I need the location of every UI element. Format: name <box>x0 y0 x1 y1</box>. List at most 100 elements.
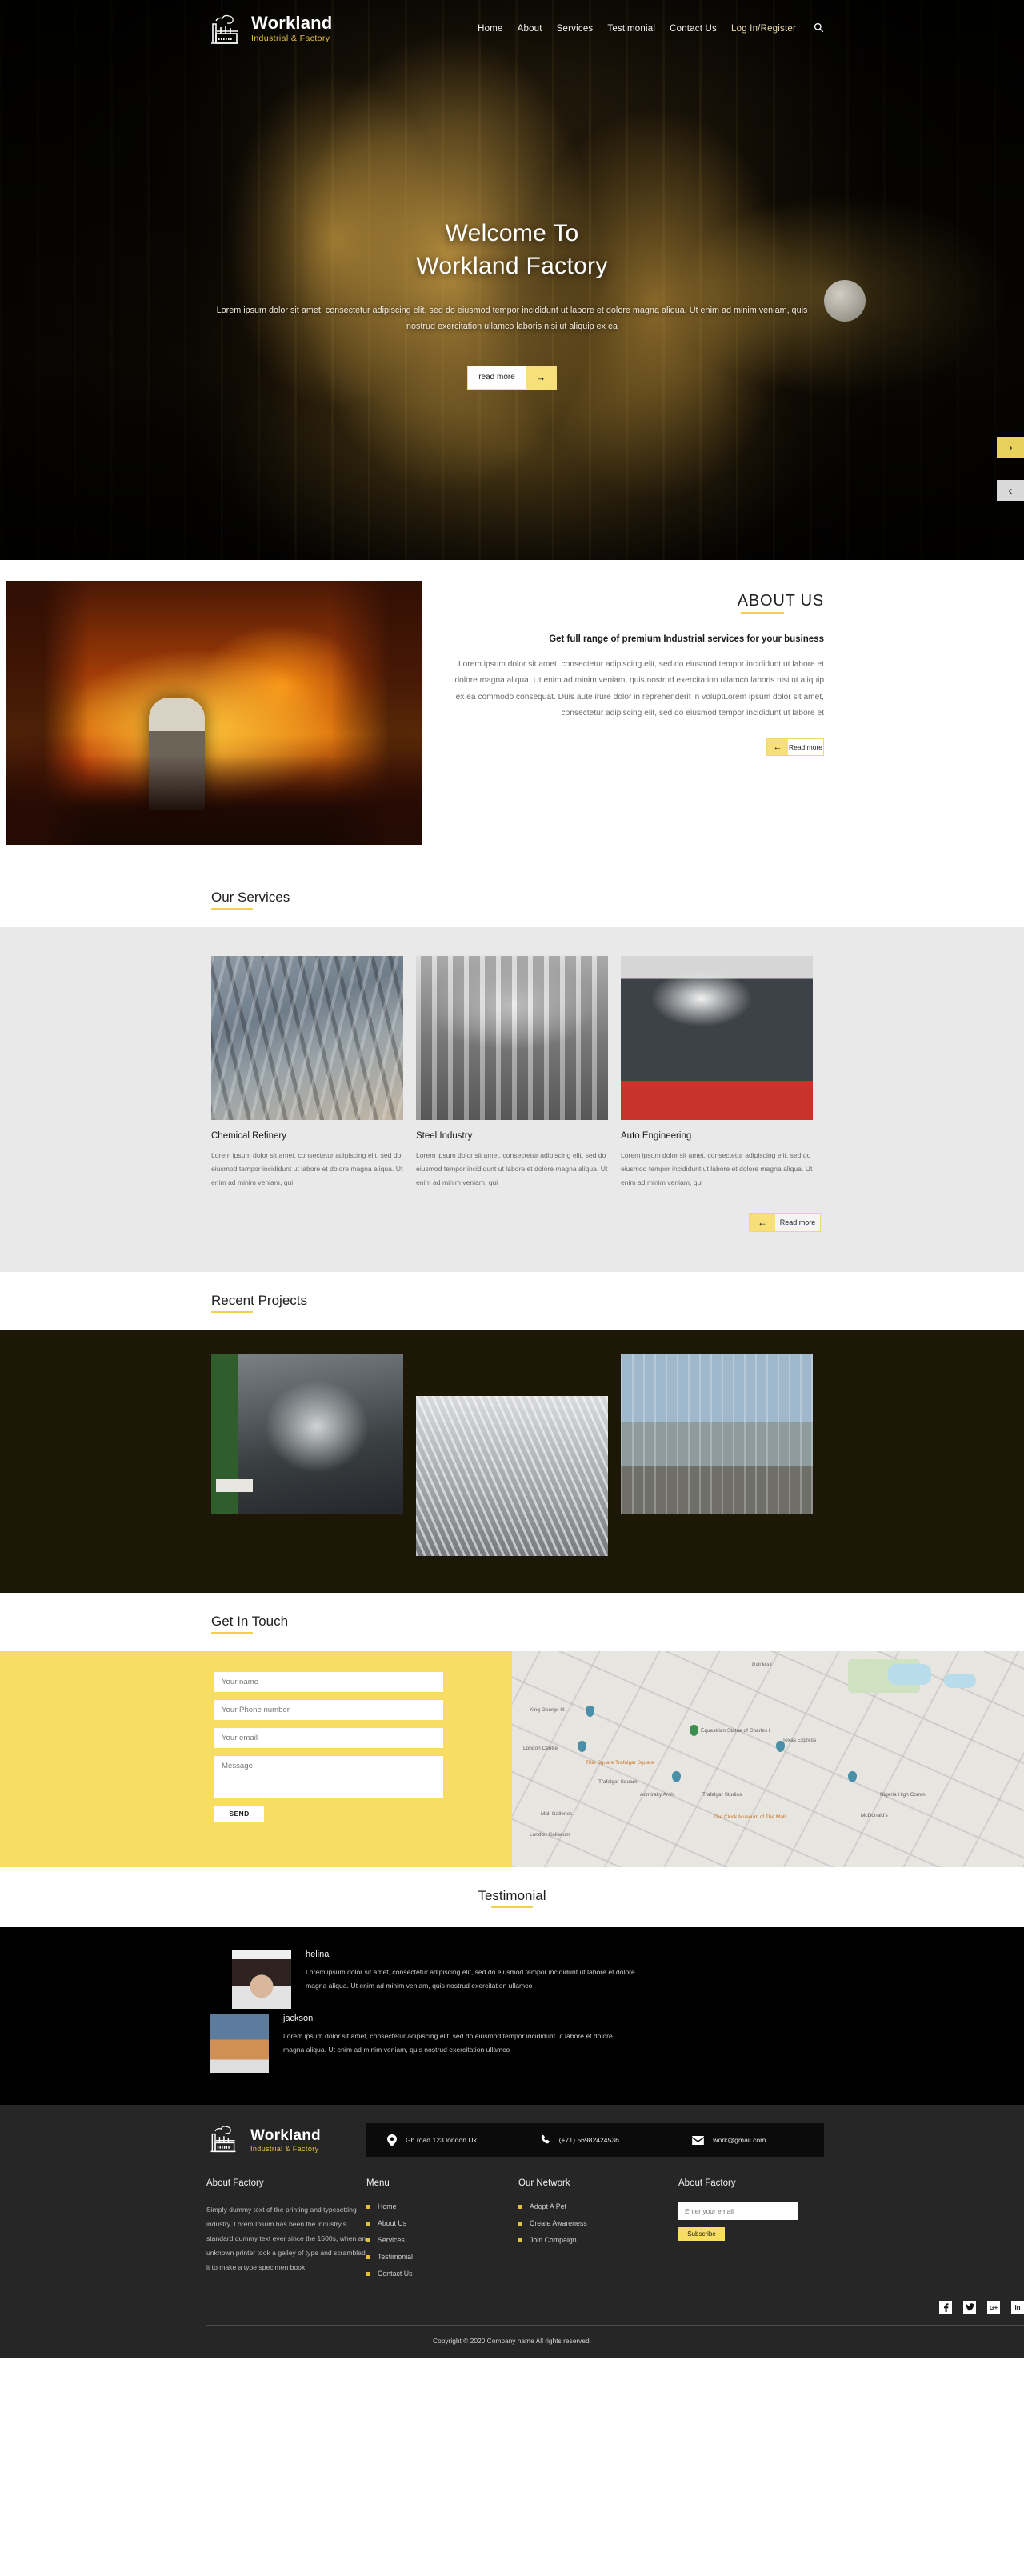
testimonial-section: helina Lorem ipsum dolor sit amet, conse… <box>0 1927 1024 2106</box>
message-textarea[interactable] <box>214 1756 443 1798</box>
hero-title: Welcome To Workland Factory <box>0 218 1024 282</box>
footer-menu-item-testimonial[interactable]: Testimonial <box>366 2253 518 2261</box>
site-footer: Workland Industrial & Factory Gb road 12… <box>0 2105 1024 2358</box>
about-read-more-button[interactable]: ← Read more <box>766 738 824 756</box>
map-label: Texas Express <box>782 1738 817 1744</box>
about-section: ABOUT US Get full range of premium Indus… <box>0 560 1024 869</box>
footer-col-about: About Factory Simply dummy text of the p… <box>206 2178 366 2286</box>
map-pin <box>848 1771 857 1783</box>
map-label: Pall Mall <box>752 1662 772 1669</box>
service-title: Auto Engineering <box>621 1131 692 1141</box>
factory-icon <box>206 2122 243 2158</box>
location-pin-icon <box>387 2134 397 2146</box>
service-text: Lorem ipsum dolor sit amet, consectetur … <box>416 1151 608 1186</box>
project-thumb-refinery[interactable] <box>621 1354 813 1515</box>
about-heading: ABOUT US <box>738 592 824 614</box>
service-card[interactable]: Auto Engineering Lorem ipsum dolor sit a… <box>621 956 813 1189</box>
phone-icon <box>540 2134 550 2146</box>
copyright-text: Copyright © 2020.Company name All rights… <box>433 2337 591 2346</box>
footer-col-network: Our Network Adopt A Pet Create Awareness… <box>518 2178 678 2286</box>
services-read-more-button[interactable]: ← Read more <box>749 1213 821 1233</box>
hero-title-line2: Workland Factory <box>416 252 608 279</box>
footer-about-text: Simply dummy text of the printing and ty… <box>206 2206 366 2272</box>
footer-menu-label: Testimonial <box>378 2253 414 2262</box>
map-label: Admiralty Arch <box>640 1792 674 1798</box>
services-row: Chemical Refinery Lorem ipsum dolor sit … <box>211 956 813 1189</box>
footer-menu-item-about-us[interactable]: About Us <box>366 2219 518 2227</box>
bullet-icon <box>366 2204 370 2209</box>
projects-row <box>211 1354 813 1557</box>
footer-network-item-join-compaign[interactable]: Join Compaign <box>518 2236 678 2244</box>
footer-menu-label: Contact Us <box>378 2270 413 2278</box>
nav-item-testimonial[interactable]: Testimonial <box>607 24 655 34</box>
hero-read-more-button[interactable]: read more → <box>467 365 557 390</box>
arrow-left-icon: ← <box>767 738 788 755</box>
contact-title-wrap: Get In Touch <box>0 1593 1024 1652</box>
project-thumb-engine[interactable] <box>211 1354 403 1515</box>
contact-form[interactable]: SEND <box>0 1651 512 1868</box>
testimonial-body: helina Lorem ipsum dolor sit amet, conse… <box>306 1950 642 2009</box>
facebook-icon[interactable] <box>939 2301 952 2314</box>
footer-network-item-create-awareness[interactable]: Create Awareness <box>518 2219 678 2227</box>
phone-input[interactable] <box>214 1700 443 1721</box>
nav-item-services[interactable]: Services <box>557 24 594 34</box>
testimonial-text: Lorem ipsum dolor sit amet, consectetur … <box>283 2032 613 2054</box>
map-label: Mall Galleries <box>541 1811 573 1818</box>
service-image-auto-engineering <box>621 956 813 1120</box>
footer-network-label: Create Awareness <box>530 2219 587 2228</box>
map-label: Trafalgar Studios <box>702 1792 742 1798</box>
map-pin <box>578 1741 586 1753</box>
about-read-more-label: Read more <box>788 738 823 755</box>
testimonial-item: jackson Lorem ipsum dolor sit amet, cons… <box>210 2014 770 2074</box>
footer-network-title: Our Network <box>518 2178 570 2189</box>
worker-figure <box>149 698 205 810</box>
footer-menu-item-services[interactable]: Services <box>366 2236 518 2244</box>
footer-network-item-adopt-a-pet[interactable]: Adopt A Pet <box>518 2202 678 2210</box>
project-thumb-wires[interactable] <box>416 1396 608 1557</box>
send-button[interactable]: SEND <box>214 1806 264 1822</box>
twitter-icon[interactable] <box>963 2301 976 2314</box>
site-logo[interactable]: Workland Industrial & Factory <box>206 11 332 46</box>
map-label: The Clock Museum of The Mall <box>714 1814 786 1821</box>
service-card[interactable]: Chemical Refinery Lorem ipsum dolor sit … <box>211 956 403 1189</box>
services-heading: Our Services <box>211 890 290 910</box>
footer-menu-list: Home About Us Services Testimonial Conta… <box>366 2202 518 2278</box>
service-card[interactable]: Steel Industry Lorem ipsum dolor sit ame… <box>416 956 608 1189</box>
search-icon[interactable] <box>814 22 824 35</box>
services-section: Chemical Refinery Lorem ipsum dolor sit … <box>0 927 1024 1273</box>
logo-text: Workland Industrial & Factory <box>251 14 332 43</box>
slider-prev-button[interactable]: ‹ <box>997 480 1024 501</box>
slider-next-button[interactable]: › <box>997 437 1024 458</box>
nav-item-home[interactable]: Home <box>478 24 502 34</box>
subscribe-button[interactable]: Subscribe <box>678 2227 725 2242</box>
testimonial-text: Lorem ipsum dolor sit amet, consectetur … <box>306 1968 635 1990</box>
hero-subtitle: Lorem ipsum dolor sit amet, consectetur … <box>216 306 808 331</box>
nav-item-contact-us[interactable]: Contact Us <box>670 24 717 34</box>
linkedin-icon[interactable]: in <box>1011 2301 1024 2314</box>
footer-address-text: Gb road 123 london Uk <box>406 2136 477 2145</box>
footer-menu-item-home[interactable]: Home <box>366 2202 518 2210</box>
brand-tagline: Industrial & Factory <box>251 34 330 44</box>
about-text-block: ABOUT US Get full range of premium Indus… <box>422 581 1024 845</box>
footer-menu-item-contact-us[interactable]: Contact Us <box>366 2270 518 2278</box>
name-input[interactable] <box>214 1672 443 1693</box>
arrow-left-icon: ← <box>750 1214 775 1232</box>
bullet-icon <box>366 2221 370 2226</box>
nav-item-about[interactable]: About <box>518 24 542 34</box>
footer-network-list: Adopt A Pet Create Awareness Join Compai… <box>518 2202 678 2244</box>
map-pin <box>672 1771 681 1783</box>
map-embed[interactable]: King George III London Centre Thai Squar… <box>512 1651 1024 1868</box>
footer-logo[interactable]: Workland Industrial & Factory <box>206 2122 366 2158</box>
google-plus-icon[interactable]: G+ <box>987 2301 1000 2314</box>
map-label: London Coliseum <box>530 1832 570 1838</box>
newsletter-email-input[interactable] <box>678 2202 798 2221</box>
brand-name: Workland <box>250 2126 321 2144</box>
service-text: Lorem ipsum dolor sit amet, consectetur … <box>621 1151 813 1186</box>
map-label: King George III <box>530 1707 565 1714</box>
service-title: Chemical Refinery <box>211 1131 286 1141</box>
brand-name: Workland <box>251 13 333 34</box>
main-nav[interactable]: Home About Services Testimonial Contact … <box>478 22 824 35</box>
nav-item-login-register[interactable]: Log In/Register <box>731 24 796 34</box>
email-input[interactable] <box>214 1728 443 1749</box>
about-lead: Get full range of premium Industrial ser… <box>549 634 824 644</box>
